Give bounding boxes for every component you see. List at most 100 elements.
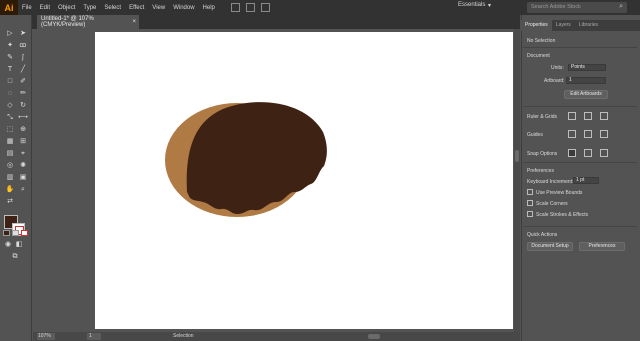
menu-window[interactable]: Window	[169, 5, 198, 11]
width-tool-icon[interactable]: ⟷	[18, 113, 28, 122]
menu-help[interactable]: Help	[199, 5, 219, 11]
ruler-grids-heading: Ruler & Grids	[527, 114, 558, 120]
show-guides-icon[interactable]	[568, 130, 576, 138]
view-mode-icon[interactable]	[260, 3, 270, 12]
snap-to-pixel-icon[interactable]	[600, 149, 608, 157]
selection-state: No Selection	[527, 38, 556, 44]
donut-chocolate-glaze	[186, 102, 327, 214]
eyedropper-tool-icon[interactable]: ⌖	[18, 149, 28, 158]
illustrator-window: Ai File Edit Object Type Select Effect V…	[0, 0, 640, 341]
lasso-tool-icon[interactable]: ꝏ	[18, 41, 28, 50]
artboard-dropdown[interactable]: 1	[566, 77, 606, 84]
swap-colors-icon[interactable]: ⇄	[5, 197, 15, 206]
blend-tool-icon[interactable]: ◎	[5, 161, 15, 170]
stock-search-input[interactable]: Search Adobe Stock ⌕	[527, 2, 627, 13]
chevron-down-icon[interactable]: ▾	[488, 2, 491, 9]
menu-type[interactable]: Type	[79, 5, 100, 11]
zoom-level-field[interactable]: 107%	[37, 333, 55, 340]
units-dropdown[interactable]: Points	[568, 64, 606, 71]
rulers-icon[interactable]	[568, 112, 576, 120]
use-preview-bounds-label: Use Preview Bounds	[536, 190, 583, 196]
draw-inside-icon[interactable]: ◧	[14, 240, 24, 249]
shaper-tool-icon[interactable]: ◌	[5, 89, 15, 98]
units-label: Units:	[551, 65, 564, 71]
current-tool-status[interactable]: Selection	[173, 333, 194, 339]
curvature-tool-icon[interactable]: ∫	[18, 53, 28, 62]
pencil-tool-icon[interactable]: ✏	[18, 89, 28, 98]
horizontal-scroll-thumb[interactable]	[368, 334, 380, 339]
scale-strokes-label: Scale Strokes & Effects	[536, 212, 589, 218]
grid-icon[interactable]	[584, 112, 592, 120]
scale-corners-checkbox[interactable]	[527, 200, 533, 206]
none-mode-button[interactable]	[21, 230, 28, 236]
document-setup-button[interactable]: Document Setup	[527, 242, 573, 251]
arrange-documents-icon[interactable]	[230, 3, 240, 12]
keyboard-increment-field[interactable]: 1 pt	[573, 177, 599, 184]
selection-tool-icon[interactable]: ▷	[5, 29, 15, 38]
transparency-grid-icon[interactable]	[600, 112, 608, 120]
scale-strokes-checkbox[interactable]	[527, 211, 533, 217]
hand-tool-icon[interactable]: ✋	[5, 185, 15, 194]
preferences-button[interactable]: Preferences	[579, 242, 625, 251]
artboard-value: 1	[569, 77, 572, 83]
smart-guides-icon[interactable]	[600, 130, 608, 138]
scale-corners-label: Scale Corners	[536, 201, 568, 207]
rectangle-tool-icon[interactable]: □	[5, 77, 15, 86]
artboard-number-field[interactable]: 1	[87, 333, 101, 340]
guides-heading: Guides	[527, 132, 543, 138]
free-transform-tool-icon[interactable]: ⬚	[5, 125, 15, 134]
perspective-grid-tool-icon[interactable]: ▦	[5, 137, 15, 146]
gradient-mode-button[interactable]	[12, 230, 19, 236]
menu-select[interactable]: Select	[100, 5, 125, 11]
zoom-tool-icon[interactable]: ⌕	[18, 185, 28, 194]
mesh-tool-icon[interactable]: ⊞	[18, 137, 28, 146]
preferences-heading: Preferences	[527, 168, 554, 174]
document-tab-title: Untitled-1* @ 107% (CMYK/Preview)	[41, 16, 94, 28]
gradient-tool-icon[interactable]: ▤	[5, 149, 15, 158]
menu-edit[interactable]: Edit	[36, 5, 54, 11]
rotate-tool-icon[interactable]: ↻	[18, 101, 28, 110]
menu-effect[interactable]: Effect	[125, 5, 148, 11]
status-bar	[33, 332, 520, 341]
edit-artboards-button[interactable]: Edit Artboards	[564, 90, 608, 99]
menu-view[interactable]: View	[148, 5, 169, 11]
use-preview-bounds-checkbox[interactable]	[527, 189, 533, 195]
snap-to-point-icon[interactable]	[568, 149, 576, 157]
tab-libraries[interactable]: Libraries	[575, 20, 602, 31]
keyboard-increment-value: 1 pt	[576, 177, 585, 183]
gpu-performance-icon[interactable]	[245, 3, 255, 12]
menu-file[interactable]: File	[18, 5, 36, 11]
scale-tool-icon[interactable]: ⤡	[5, 113, 15, 122]
magic-wand-tool-icon[interactable]: ✦	[5, 41, 15, 50]
symbol-sprayer-tool-icon[interactable]: ✺	[18, 161, 28, 170]
divider	[523, 162, 637, 163]
draw-mode-icon[interactable]: ◉	[3, 240, 13, 249]
tools-panel: ▷ ➤ ✦ ꝏ ✎ ∫ T ╱ □ ✐ ◌ ✏ ◇ ↻ ⤡ ⟷ ⬚ ⊕ ▦ ⊞ …	[0, 15, 32, 341]
column-graph-tool-icon[interactable]: ▥	[5, 173, 15, 182]
donut-artwork[interactable]	[95, 32, 513, 329]
close-icon[interactable]: ×	[132, 19, 136, 25]
paintbrush-tool-icon[interactable]: ✐	[18, 77, 28, 86]
menu-object[interactable]: Object	[54, 5, 79, 11]
tab-properties[interactable]: Properties	[521, 20, 552, 31]
keyboard-increment-label: Keyboard Increment:	[527, 179, 574, 185]
snap-to-grid-icon[interactable]	[584, 149, 592, 157]
screen-mode-icon[interactable]: ⧉	[10, 252, 20, 261]
workspace-switcher[interactable]: Essentials	[458, 2, 485, 8]
eraser-tool-icon[interactable]: ◇	[5, 101, 15, 110]
line-tool-icon[interactable]: ╱	[18, 65, 28, 74]
vertical-scrollbar[interactable]	[514, 29, 520, 332]
color-mode-button[interactable]	[3, 230, 10, 236]
lock-guides-icon[interactable]	[584, 130, 592, 138]
document-section-heading: Document	[527, 53, 550, 59]
direct-selection-tool-icon[interactable]: ➤	[18, 29, 28, 38]
pen-tool-icon[interactable]: ✎	[5, 53, 15, 62]
tab-layers[interactable]: Layers	[552, 20, 575, 31]
artboard[interactable]	[95, 32, 513, 329]
artboard-tool-icon[interactable]: ▣	[18, 173, 28, 182]
document-tab[interactable]: Untitled-1* @ 107% (CMYK/Preview) ×	[37, 15, 139, 29]
vertical-scroll-thumb[interactable]	[515, 150, 519, 162]
shape-builder-tool-icon[interactable]: ⊕	[18, 125, 28, 134]
artboard-label: Artboard:	[544, 78, 565, 84]
type-tool-icon[interactable]: T	[5, 65, 15, 74]
